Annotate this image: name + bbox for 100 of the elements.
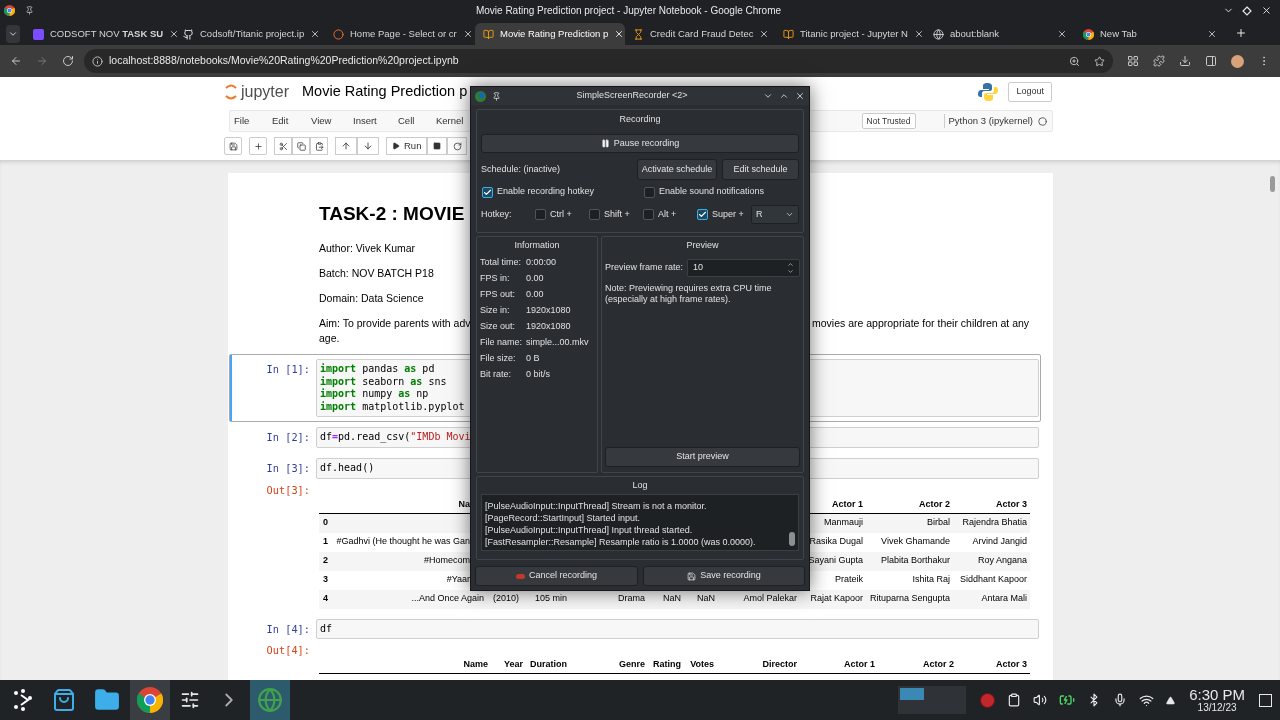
input-prompt: In [2]: <box>266 431 310 446</box>
table-cell: Rasika Dugal <box>809 535 863 549</box>
tab-title: Titanic project - Jupyter N <box>800 26 908 41</box>
window-title: Movie Rating Prediction project - Jupyter Notebook - Google Chrome <box>475 4 782 18</box>
row-index: 0 <box>323 517 328 528</box>
log-line: [PageRecord::StartInput] Started input. <box>485 512 641 524</box>
url-text: localhost:8888/notebooks/Movie%20Rating%20Prediction%20project.ipynb <box>109 53 460 69</box>
checkbox-label: Shift + <box>604 207 630 221</box>
table-cell: Arvind Jangid <box>972 535 1027 549</box>
table-cell: Antara Mali <box>981 592 1027 606</box>
group-title: Preview <box>686 239 719 253</box>
window-title: SimpleScreenRecorder <2> <box>576 89 688 103</box>
table-cell: 105 min <box>534 592 567 606</box>
kernel-name: Python 3 (ipykernel) <box>948 113 1033 128</box>
column-header: Na <box>458 497 470 511</box>
row-index: 2 <box>323 555 328 566</box>
table-cell: Birbal <box>927 516 950 530</box>
checkbox-label: Alt + <box>658 207 677 221</box>
table-cell: Amol Palekar <box>743 592 797 606</box>
table-cell: Rajat Kapoor <box>810 592 863 606</box>
table-cell: Ishita Raj <box>912 573 950 587</box>
info-label: Size in: <box>480 304 511 318</box>
column-header: Actor 2 <box>919 497 950 511</box>
column-header: Actor 3 <box>996 497 1027 511</box>
checkbox-label: Enable sound notifications <box>659 185 765 199</box>
column-header: Actor 1 <box>844 658 875 672</box>
notebook-heading: TASK-2 : MOVIE <box>319 203 465 224</box>
table-cell: Rajendra Bhatia <box>962 516 1027 530</box>
table-cell: ...And Once Again <box>411 592 484 606</box>
log-line: [PulseAudioInput::InputThread] Input thread started. <box>485 524 693 536</box>
tab-title: New Tab <box>1100 26 1138 41</box>
info-label: FPS in: <box>480 272 511 286</box>
code-line: df=pd.read_csv("IMDb Movi <box>320 431 471 444</box>
input-prompt: In [3]: <box>266 461 310 476</box>
table-cell: Rituparna Sengupta <box>869 592 950 606</box>
column-header: Rating <box>653 658 681 672</box>
table-cell: Vivek Ghamande <box>881 535 950 549</box>
output-prompt: Out[3]: <box>266 483 310 498</box>
table-cell: (2010) <box>493 592 519 606</box>
table-cell: NaN <box>697 592 715 606</box>
markdown-text: Author: Vivek Kumar <box>319 242 416 255</box>
column-header: Duration <box>530 658 567 672</box>
column-header: Actor 3 <box>996 658 1027 672</box>
row-index: 4 <box>323 593 328 604</box>
schedule-label: Schedule: (inactive) <box>481 162 562 176</box>
table-cell: NaN <box>663 592 681 606</box>
column-header: Actor 1 <box>832 497 863 511</box>
info-value: 0.00 <box>526 272 544 286</box>
info-label: FPS out: <box>480 288 516 302</box>
table-cell: Plabita Borthakur <box>880 554 950 568</box>
column-header: Votes <box>690 658 714 672</box>
table-cell: #Yaar <box>446 573 470 587</box>
table-cell: Drama <box>618 592 645 606</box>
row-index: 3 <box>323 574 328 585</box>
log-line: [FastResampler::Resample] Resample ratio is 1.0000 (was 0.0000). <box>485 536 756 548</box>
column-header: Actor 2 <box>923 658 954 672</box>
tab-title: Home Page - Select or cr <box>350 26 457 41</box>
table-cell: #Gadhvi (He thought he was Gan <box>336 535 470 549</box>
log-line: [PulseAudioInput::InputThread] Stream is not a monitor. <box>485 500 707 512</box>
table-cell: Prateik <box>835 573 863 587</box>
markdown-text: Domain: Data Science <box>319 292 424 305</box>
info-value: 1920x1080 <box>526 320 571 334</box>
tab-title: CODSOFT NOV TASK SU <box>50 26 164 41</box>
table-cell: Siddhant Kapoor <box>959 573 1027 587</box>
info-value: simple...00.mkv <box>526 336 589 350</box>
tab-title: about:blank <box>950 26 1001 41</box>
row-index: 1 <box>323 536 328 547</box>
table-cell: #Homecom <box>424 554 470 568</box>
output-prompt: Out[4]: <box>266 644 310 659</box>
info-value: 0.00 <box>526 288 544 302</box>
info-value: 0:00:00 <box>526 256 557 270</box>
info-label: Size out: <box>480 320 517 334</box>
code-line: df.head() <box>320 461 375 475</box>
markdown-text: Aim: To provide parents with adv <box>319 317 471 329</box>
input-prompt: In [4]: <box>266 622 310 637</box>
column-header: Name <box>463 658 488 672</box>
tab-title: Credit Card Fraud Detec <box>650 26 754 41</box>
column-header: Genre <box>619 658 645 672</box>
tab-title: Movie Rating Prediction p <box>500 26 609 41</box>
info-label: File name: <box>480 336 524 350</box>
hotkey-label: Hotkey: <box>481 207 513 221</box>
code-line: df <box>320 622 333 636</box>
checkbox-label: Ctrl + <box>550 207 572 221</box>
frame-rate-label: Preview frame rate: <box>605 261 684 275</box>
table-cell: Sayani Gupta <box>808 554 863 568</box>
tab-title: Codsoft/Titanic project.ip <box>200 26 305 41</box>
preview-note: Note: Previewing requires extra CPU time (especially at high frame rates). <box>605 283 773 305</box>
checkbox-label: Enable recording hotkey <box>497 185 595 199</box>
info-label: Total time: <box>480 256 522 270</box>
info-value: 1920x1080 <box>526 304 571 318</box>
group-title: Log <box>632 478 648 492</box>
markdown-text: age. <box>319 332 340 345</box>
group-title: Recording <box>619 112 661 126</box>
column-header: Year <box>503 658 523 672</box>
table-cell: Roy Angana <box>977 554 1027 568</box>
markdown-text: Batch: NOV BATCH P18 <box>319 267 434 280</box>
table-cell: Manmauji <box>824 516 863 530</box>
markdown-text: movies are appropriate for their children at any <box>812 317 1030 330</box>
group-title: Information <box>514 239 560 253</box>
column-header: Director <box>762 658 797 672</box>
